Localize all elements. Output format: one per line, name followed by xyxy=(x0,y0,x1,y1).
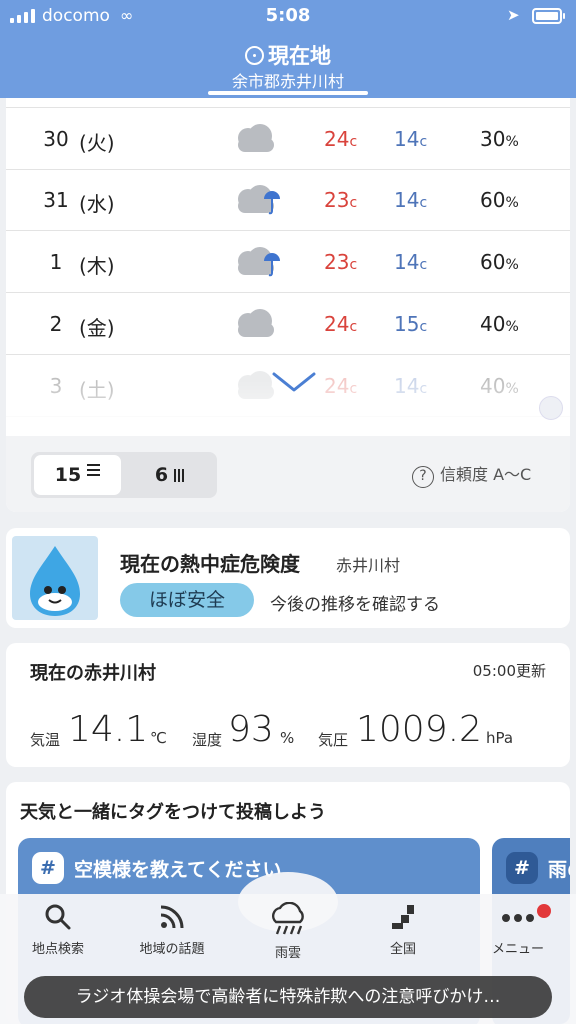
help-icon: ? xyxy=(412,466,434,488)
location-subtitle: 余市郡赤井川村 xyxy=(231,72,344,91)
location-arrow-icon: ➤ xyxy=(507,6,520,24)
nav-label: 雨雲 xyxy=(274,946,301,961)
nav-rain-radar[interactable]: 雨雲 xyxy=(240,902,336,961)
tag-topic-title: 空模様を教えてください xyxy=(74,859,282,881)
forecast-row[interactable]: 30 (火) 24c 14c 30% xyxy=(6,108,570,170)
forecast-high: 24c xyxy=(324,311,358,336)
nav-label: 地域の話題 xyxy=(139,942,205,957)
status-bar: docomo ∞ 5:08 ➤ xyxy=(0,0,576,34)
cloudy-rain-icon xyxy=(226,243,282,281)
map-icon xyxy=(392,905,414,929)
forecast-precip: 40% xyxy=(480,311,519,336)
cloudy-icon xyxy=(226,120,282,158)
heat-level-badge: ほぼ安全 xyxy=(120,583,254,617)
rss-icon xyxy=(160,905,184,929)
forecast-date: 30 xyxy=(43,126,69,151)
tags-title: 天気と一緒にタグをつけて投稿しよう xyxy=(20,802,326,823)
forecast-low: 15c xyxy=(394,311,428,336)
range-toggle: 15 6 xyxy=(31,452,217,498)
current-observation-card[interactable]: 現在の赤井川村 05:00更新 気温 14.1 ℃ 湿度 93 % 気圧 100… xyxy=(6,643,570,767)
hashtag-icon: # xyxy=(32,852,64,884)
forecast-high: 23c xyxy=(324,250,358,275)
weekly-forecast-card: 29(月)25c14c10%30(火)24c14c30%31(水)23c14c6… xyxy=(6,80,570,512)
humidity-unit: % xyxy=(280,729,295,747)
forecast-row[interactable]: 2 (金) 24c 15c 40% xyxy=(6,293,570,355)
scroll-indicator[interactable] xyxy=(539,396,563,420)
tag-topic-title: 雨の xyxy=(548,859,570,881)
pressure-unit: hPa xyxy=(486,729,514,747)
page-title: 現在地 xyxy=(268,44,331,68)
pressure-label: 気圧 xyxy=(318,731,349,749)
obs-title: 現在の赤井川村 xyxy=(30,663,156,684)
mascot-image xyxy=(12,536,98,620)
pressure-value: 1009.2 xyxy=(356,709,482,750)
nav-label: 全国 xyxy=(389,942,416,957)
nav-local-topics[interactable]: 地域の話題 xyxy=(124,902,220,957)
forecast-footer: 15 6 ? 信頼度 A〜C xyxy=(6,436,570,512)
hashtag-icon: # xyxy=(506,852,538,884)
forecast-weekday: (木) xyxy=(79,254,115,279)
clock: 5:08 xyxy=(265,5,311,26)
reliability-label: 信頼度 A〜C xyxy=(440,465,532,484)
cloudy-icon xyxy=(226,305,282,343)
cloudy-rain-icon xyxy=(226,181,282,219)
forecast-low: 14c xyxy=(394,126,428,151)
forecast-row[interactable]: 1 (木) 23c 14c 60% xyxy=(6,231,570,294)
notification-dot xyxy=(537,904,551,918)
forecast-weekday: (金) xyxy=(79,315,115,340)
location-title[interactable]: 現在地 xyxy=(0,40,576,70)
obs-updated: 05:00更新 xyxy=(472,662,546,680)
chevron-down-icon[interactable] xyxy=(270,370,318,398)
columns-icon xyxy=(174,456,186,496)
tab-indicator xyxy=(208,91,368,95)
forecast-weekday: (水) xyxy=(79,192,115,217)
forecast-date: 2 xyxy=(49,311,63,336)
current-location-icon xyxy=(245,46,264,65)
more-icon xyxy=(502,914,534,922)
list-icon xyxy=(87,464,101,479)
forecast-low: 14c xyxy=(394,250,428,275)
forecast-high: 23c xyxy=(324,188,358,213)
nav-nationwide[interactable]: 全国 xyxy=(355,902,451,957)
reliability-help[interactable]: ? 信頼度 A〜C xyxy=(412,461,531,488)
temp-label: 気温 xyxy=(30,731,61,749)
forecast-weekday: (火) xyxy=(79,130,115,155)
search-icon xyxy=(45,904,71,930)
nav-search[interactable]: 地点検索 xyxy=(10,902,106,957)
nav-menu[interactable]: メニュー xyxy=(470,902,566,957)
forecast-row[interactable]: 31 (水) 23c 14c 60% xyxy=(6,169,570,232)
nav-label: メニュー xyxy=(491,942,544,957)
nav-label: 地点検索 xyxy=(31,942,84,957)
forecast-date: 1 xyxy=(49,250,63,275)
forecast-high: 24c xyxy=(324,126,358,151)
heat-place: 赤井川村 xyxy=(336,556,401,575)
forecast-low: 14c xyxy=(394,188,428,213)
humidity-value: 93 xyxy=(228,709,274,750)
toggle-15-days[interactable]: 15 xyxy=(34,455,121,495)
heat-title: 現在の熱中症危険度 xyxy=(120,552,300,576)
battery-icon xyxy=(532,8,565,24)
news-ticker[interactable]: ラジオ体操会場で高齢者に特殊詐欺への注意呼びかけ… xyxy=(24,976,552,1018)
rain-cloud-icon xyxy=(272,902,304,935)
forecast-precip: 30% xyxy=(480,126,519,151)
app-header: docomo ∞ 5:08 ➤ 現在地 余市郡赤井川村 xyxy=(0,0,576,98)
forecast-date: 31 xyxy=(43,188,69,213)
humidity-label: 湿度 xyxy=(192,731,223,749)
toggle-6-days[interactable]: 6 xyxy=(127,455,214,495)
heat-trend-link[interactable]: 今後の推移を確認する xyxy=(270,590,440,615)
heatstroke-card[interactable]: 現在の熱中症危険度 赤井川村 ほぼ安全 今後の推移を確認する xyxy=(6,528,570,628)
temp-value: 14.1 xyxy=(68,709,149,750)
forecast-precip: 60% xyxy=(480,250,519,275)
forecast-precip: 60% xyxy=(480,188,519,213)
temp-unit: ℃ xyxy=(150,729,167,747)
